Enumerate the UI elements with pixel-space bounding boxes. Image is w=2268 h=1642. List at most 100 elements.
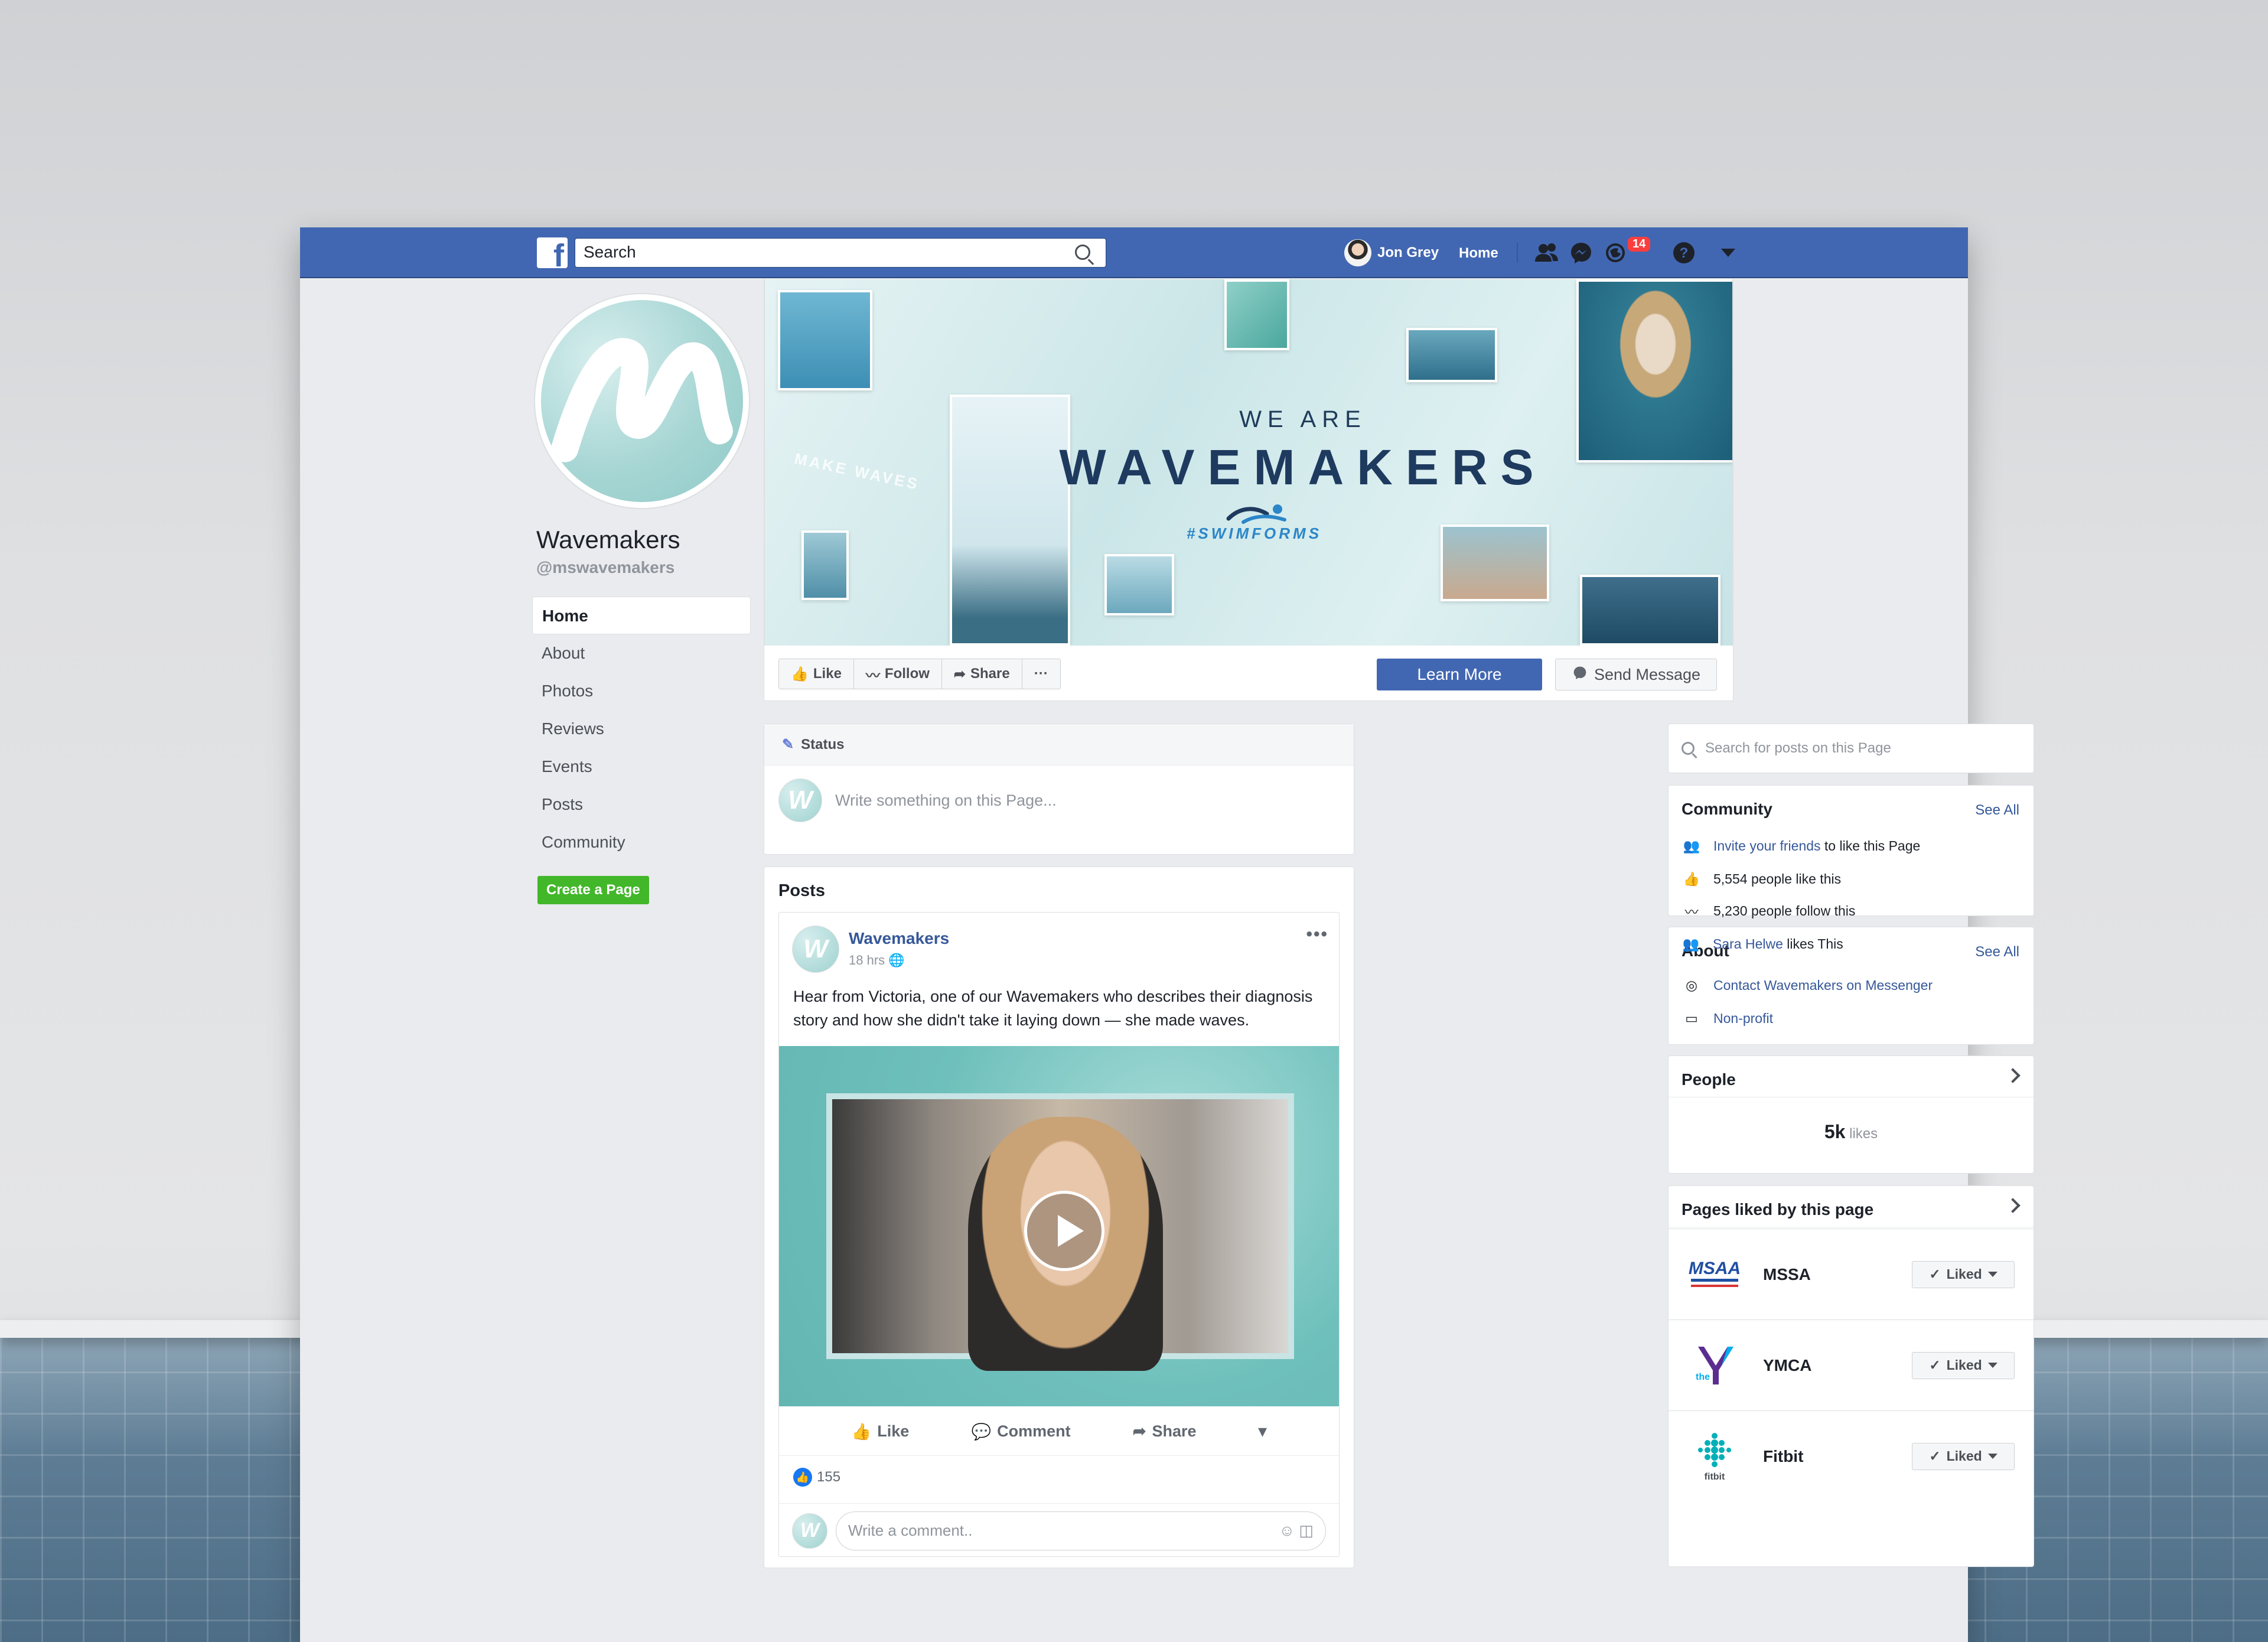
- ymca-logo-icon[interactable]: the: [1686, 1337, 1743, 1394]
- account-menu-icon[interactable]: [1721, 249, 1735, 257]
- cover-photo[interactable]: MAKE WAVES WE ARE WAVEMAKERS #SWIMFORMS: [764, 279, 1733, 646]
- avatar: W: [778, 778, 822, 822]
- people-likes[interactable]: 5k likes: [1669, 1121, 2034, 1143]
- people-header[interactable]: People: [1669, 1056, 2034, 1097]
- post-options-icon[interactable]: •••: [1306, 924, 1328, 944]
- post-actions: 👍 Like 💬 Comment ➦ Share ▾: [779, 1408, 1339, 1456]
- nav-item-community[interactable]: Community: [532, 823, 751, 861]
- friends-icon: 👥: [1682, 936, 1700, 952]
- fitbit-logo-icon[interactable]: fitbit: [1686, 1428, 1743, 1485]
- search-icon[interactable]: [1075, 245, 1090, 260]
- reaction-count[interactable]: 👍 155: [793, 1468, 840, 1487]
- chevron-down-icon[interactable]: ▾: [1259, 1422, 1267, 1441]
- liked-page-name[interactable]: MSSA: [1763, 1265, 1892, 1284]
- page-handle[interactable]: @mswavemakers: [536, 558, 674, 577]
- divider: [1517, 243, 1518, 263]
- liked-label: Liked: [1946, 1266, 1982, 1282]
- nav-item-home[interactable]: Home: [532, 597, 751, 634]
- liked-page-name[interactable]: YMCA: [1763, 1356, 1892, 1375]
- cover-photo-tile: [1576, 279, 1732, 462]
- page-search-input[interactable]: Search for posts on this Page: [1705, 740, 1891, 757]
- follow-button[interactable]: 〰 Follow: [854, 659, 942, 689]
- page-action-bar: 👍 Like 〰 Follow ➦ Share ··· Learn More Send…: [764, 646, 1733, 701]
- friend-requests-icon[interactable]: [1533, 239, 1560, 266]
- messenger-icon: [1572, 664, 1588, 685]
- play-icon[interactable]: [1024, 1191, 1104, 1271]
- cover-photo-tile: [1104, 554, 1174, 615]
- post-timestamp[interactable]: 18 hrs 🌐: [849, 953, 905, 968]
- create-page-button[interactable]: Create a Page: [537, 876, 649, 904]
- send-message-button[interactable]: Send Message: [1555, 659, 1717, 690]
- page-navigation: Home About Photos Reviews Events Posts C…: [532, 597, 751, 861]
- liked-page-name[interactable]: Fitbit: [1763, 1447, 1892, 1466]
- nav-item-reviews[interactable]: Reviews: [532, 710, 751, 748]
- pencil-icon: ✎: [782, 737, 794, 752]
- facebook-logo-icon[interactable]: f: [537, 237, 568, 272]
- search-input[interactable]: [575, 239, 1060, 266]
- post-share-button[interactable]: ➦ Share: [1133, 1422, 1197, 1441]
- likes-count[interactable]: 5,554 people like this: [1713, 871, 1841, 887]
- like-reaction-icon: 👍: [793, 1468, 812, 1487]
- liked-button[interactable]: ✓ Liked: [1912, 1442, 2015, 1470]
- thumbs-up-icon: 👍: [1683, 871, 1700, 887]
- cover-hashtag: #SWIMFORMS: [1186, 524, 1322, 542]
- cover-photo-tile: [1224, 279, 1289, 350]
- rss-icon: 〰: [1684, 904, 1699, 920]
- thumbs-up-icon: 👍: [791, 666, 809, 682]
- status-tab[interactable]: ✎ Status: [764, 724, 1354, 765]
- profile-picture[interactable]: [535, 294, 749, 508]
- pages-liked-card: Pages liked by this page MSAA MSSA ✓ Like…: [1668, 1185, 2034, 1567]
- nav-item-photos[interactable]: Photos: [532, 672, 751, 710]
- follows-count[interactable]: 5,230 people follow this: [1713, 903, 1855, 919]
- share-page-button[interactable]: ➦ Share: [942, 659, 1022, 689]
- post-like-button[interactable]: 👍 Like: [852, 1422, 910, 1441]
- emoji-sticker-icons[interactable]: ☺ ◫: [1279, 1522, 1314, 1540]
- contact-messenger-link[interactable]: Contact Wavemakers on Messenger: [1713, 978, 1933, 993]
- about-see-all[interactable]: See All: [1975, 944, 2019, 960]
- cover-title: WAVEMAKERS: [1059, 439, 1547, 495]
- page-post-search[interactable]: Search for posts on this Page: [1668, 724, 2034, 773]
- avatar[interactable]: W: [792, 926, 839, 973]
- liked-button[interactable]: ✓ Liked: [1912, 1351, 2015, 1379]
- comment-input[interactable]: Write a comment.. ☺ ◫: [836, 1511, 1326, 1550]
- liked-page-row: fitbit Fitbit ✓ Liked: [1669, 1410, 2034, 1501]
- post-time-label: 18 hrs: [849, 953, 885, 967]
- home-link[interactable]: Home: [1459, 245, 1498, 262]
- notifications-icon[interactable]: [1602, 239, 1629, 266]
- friend-name-link[interactable]: Sara Helwe: [1713, 936, 1783, 952]
- like-label: Like: [813, 666, 842, 682]
- learn-more-button[interactable]: Learn More: [1377, 659, 1542, 690]
- wavemakers-logo-icon: [541, 300, 743, 502]
- nav-item-posts[interactable]: Posts: [532, 786, 751, 823]
- like-page-button[interactable]: 👍 Like: [779, 659, 854, 689]
- liked-button[interactable]: ✓ Liked: [1912, 1260, 2015, 1288]
- post-video[interactable]: [779, 1046, 1339, 1406]
- video-thumbnail: [826, 1093, 1294, 1371]
- browser-window: f Jon Grey Home 14 ?: [300, 227, 2034, 1642]
- status-label: Status: [801, 736, 845, 752]
- reaction-number: 155: [817, 1469, 841, 1485]
- pages-liked-header[interactable]: Pages liked by this page: [1669, 1186, 2034, 1227]
- share-label: Share: [1152, 1422, 1197, 1440]
- svg-text:?: ?: [1680, 245, 1689, 261]
- share-arrow-icon: ➦: [953, 666, 966, 682]
- post-comment-button[interactable]: 💬 Comment: [972, 1422, 1071, 1441]
- user-profile-link[interactable]: Jon Grey: [1344, 239, 1439, 266]
- messenger-icon[interactable]: [1568, 239, 1595, 266]
- post-author[interactable]: Wavemakers: [849, 929, 949, 948]
- nav-item-about[interactable]: About: [532, 634, 751, 672]
- more-options-button[interactable]: ···: [1022, 659, 1060, 689]
- comment-composer: W Write a comment.. ☺ ◫: [779, 1503, 1339, 1558]
- messenger-icon: ◎: [1685, 977, 1698, 993]
- invite-friends-link[interactable]: Invite your friends: [1713, 838, 1821, 853]
- community-see-all[interactable]: See All: [1975, 802, 2019, 819]
- nav-item-events[interactable]: Events: [532, 748, 751, 786]
- page-title[interactable]: Wavemakers: [536, 526, 680, 554]
- status-input[interactable]: Write something on this Page...: [835, 791, 1057, 810]
- cover-photo-tile: [778, 290, 872, 390]
- status-composer: ✎ Status W Write something on this Page.…: [764, 724, 1354, 855]
- category-link[interactable]: Non-profit: [1713, 1011, 1773, 1027]
- help-icon[interactable]: ?: [1670, 239, 1697, 266]
- mssa-logo-icon[interactable]: MSAA: [1686, 1246, 1743, 1303]
- people-count: 5k: [1824, 1121, 1846, 1142]
